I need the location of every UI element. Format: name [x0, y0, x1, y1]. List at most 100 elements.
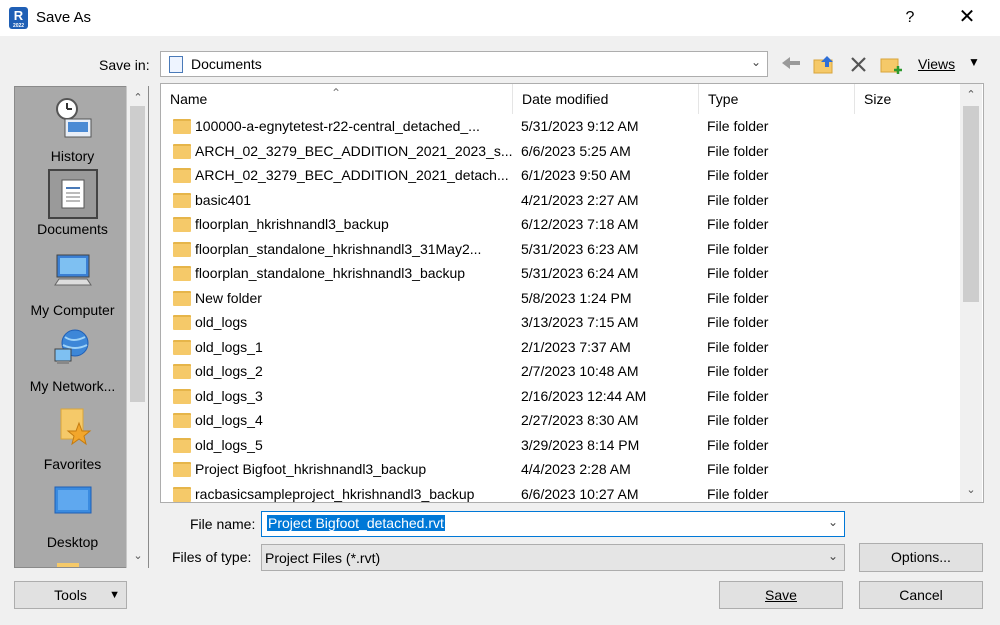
folder-icon	[173, 364, 191, 379]
file-type-select[interactable]: Project Files (*.rvt) ⌄	[261, 544, 845, 571]
scroll-thumb[interactable]	[963, 106, 979, 302]
file-date-cell: 2/7/2023 10:48 AM	[521, 363, 639, 379]
documents-icon	[47, 169, 98, 219]
file-list-scrollbar[interactable]: ⌃ ⌄	[960, 84, 982, 502]
file-name-input[interactable]: Project Bigfoot_detached.rvt ⌄	[261, 511, 845, 537]
save-in-value: Documents	[191, 56, 262, 72]
up-folder-icon[interactable]	[812, 54, 836, 76]
file-row[interactable]: old_logs_2 2/7/2023 10:48 AM File folder	[161, 360, 961, 385]
scroll-down-arrow-icon[interactable]: ⌄	[130, 548, 146, 564]
close-button[interactable]: ✕	[952, 4, 982, 30]
tools-button[interactable]: Tools ▼	[14, 581, 127, 609]
views-menu-button[interactable]: Views	[918, 56, 955, 72]
file-list[interactable]: Name ⌃ Date modified Type Size 100000-a-e…	[160, 83, 984, 503]
place-label: Favorites	[43, 456, 102, 472]
file-date-cell: 6/6/2023 10:27 AM	[521, 485, 639, 502]
file-date-cell: 4/4/2023 2:28 AM	[521, 461, 631, 477]
file-row[interactable]: ARCH_02_3279_BEC_ADDITION_2021_2023_s...…	[161, 140, 961, 165]
folder-icon	[173, 119, 191, 134]
file-name-cell: old_logs_4	[195, 412, 263, 428]
file-row[interactable]: old_logs 3/13/2023 7:15 AM File folder	[161, 311, 961, 336]
file-row[interactable]: racbasicsampleproject_hkrishnandl3_backu…	[161, 483, 961, 503]
column-header-date[interactable]: Date modified	[513, 84, 699, 114]
file-type-cell: File folder	[707, 118, 769, 134]
views-dropdown-arrow-icon[interactable]: ▼	[968, 55, 980, 69]
file-name-cell: old_logs_3	[195, 387, 263, 404]
column-type-label: Type	[708, 91, 739, 107]
places-scrollbar[interactable]: ⌃ ⌄	[126, 86, 148, 568]
desktop-icon	[54, 486, 91, 514]
file-row[interactable]: ARCH_02_3279_BEC_ADDITION_2021_detach...…	[161, 164, 961, 189]
revit-app-icon: R 2022	[9, 7, 28, 29]
file-row[interactable]: old_logs_1 2/1/2023 7:37 AM File folder	[161, 336, 961, 361]
place-my-computer[interactable]: My Computer	[15, 249, 130, 318]
place-desktop[interactable]: Desktop	[15, 481, 130, 550]
new-folder-icon[interactable]	[879, 54, 903, 76]
file-name-cell: basic401	[195, 191, 252, 208]
column-header-size[interactable]: Size	[855, 84, 959, 114]
place-favorites[interactable]: Favorites	[15, 403, 130, 472]
file-row[interactable]: old_logs_4 2/27/2023 8:30 AM File folder	[161, 409, 961, 434]
scroll-down-arrow-icon[interactable]: ⌄	[963, 482, 979, 498]
folder-icon	[173, 339, 191, 355]
file-row[interactable]: Project Bigfoot_hkrishnandl3_backup 4/4/2…	[161, 458, 961, 483]
title-bar: R 2022 Save As ? ✕	[0, 0, 1000, 36]
file-type-cell: File folder	[707, 265, 769, 281]
file-name-value[interactable]: Project Bigfoot_detached.rvt	[267, 515, 445, 531]
file-type-cell: File folder	[707, 142, 769, 159]
file-date-cell: 5/31/2023 6:24 AM	[521, 265, 639, 281]
file-name-cell: floorplan_standalone_hkrishnandl3_31May2…	[195, 240, 482, 257]
folder-icon	[173, 388, 191, 404]
place-my-network[interactable]: My Network...	[15, 325, 130, 394]
place-history[interactable]: History	[15, 95, 130, 164]
file-row[interactable]: New folder 5/8/2023 1:24 PM File folder	[161, 287, 961, 312]
folder-icon	[173, 462, 191, 477]
file-name-cell: old_logs_2	[195, 363, 263, 379]
folder-icon	[173, 266, 191, 281]
chevron-down-icon[interactable]: ⌄	[828, 549, 838, 563]
folder-icon	[173, 217, 191, 232]
partial-folder-icon	[57, 563, 79, 567]
file-date-cell: 2/1/2023 7:37 AM	[521, 338, 631, 355]
file-name-label: File name:	[190, 516, 256, 532]
file-type-label: Files of type:	[172, 549, 252, 565]
file-type-cell: File folder	[707, 289, 769, 306]
save-in-dropdown[interactable]: Documents ⌄	[160, 51, 768, 77]
file-row[interactable]: floorplan_hkrishnandl3_backup 6/12/2023 7…	[161, 213, 961, 238]
column-header-type[interactable]: Type	[699, 84, 855, 114]
file-row[interactable]: floorplan_standalone_hkrishnandl3_backup…	[161, 262, 961, 287]
file-date-cell: 5/8/2023 1:24 PM	[521, 289, 632, 306]
save-button[interactable]: Save	[719, 581, 843, 609]
options-button[interactable]: Options...	[859, 543, 983, 572]
scroll-up-arrow-icon[interactable]: ⌃	[130, 90, 146, 106]
file-row[interactable]: 100000-a-egnytetest-r22-central_detached…	[161, 115, 961, 140]
help-button[interactable]: ?	[896, 6, 924, 30]
column-header-name[interactable]: Name ⌃	[161, 84, 513, 114]
file-type-cell: File folder	[707, 216, 769, 232]
file-name-cell: old_logs_5	[195, 436, 263, 453]
scroll-up-arrow-icon[interactable]: ⌃	[963, 87, 979, 103]
delete-icon[interactable]	[847, 54, 871, 76]
back-arrow-icon[interactable]	[779, 54, 803, 76]
file-date-cell: 4/21/2023 2:27 AM	[521, 191, 639, 208]
file-row[interactable]: floorplan_standalone_hkrishnandl3_31May2…	[161, 238, 961, 263]
cancel-button[interactable]: Cancel	[859, 581, 983, 609]
file-row[interactable]: old_logs_3 2/16/2023 12:44 AM File folder	[161, 385, 961, 410]
place-documents[interactable]: Documents	[15, 169, 130, 237]
folder-icon	[173, 486, 191, 502]
file-name-cell: old_logs	[195, 314, 248, 330]
scroll-thumb[interactable]	[130, 106, 145, 402]
dialog-title: Save As	[36, 9, 92, 26]
file-type-value: Project Files (*.rvt)	[265, 550, 381, 566]
chevron-down-icon[interactable]: ⌄	[828, 515, 838, 529]
folder-icon	[173, 168, 191, 183]
file-date-cell: 6/6/2023 5:25 AM	[521, 142, 631, 159]
documents-folder-icon	[169, 56, 183, 73]
file-type-cell: File folder	[707, 387, 769, 404]
history-icon	[55, 98, 91, 138]
file-type-cell: File folder	[707, 191, 769, 208]
folder-icon	[173, 143, 191, 159]
file-row[interactable]: old_logs_5 3/29/2023 8:14 PM File folder	[161, 434, 961, 459]
file-row[interactable]: basic401 4/21/2023 2:27 AM File folder	[161, 189, 961, 214]
tools-label: Tools	[54, 587, 87, 603]
